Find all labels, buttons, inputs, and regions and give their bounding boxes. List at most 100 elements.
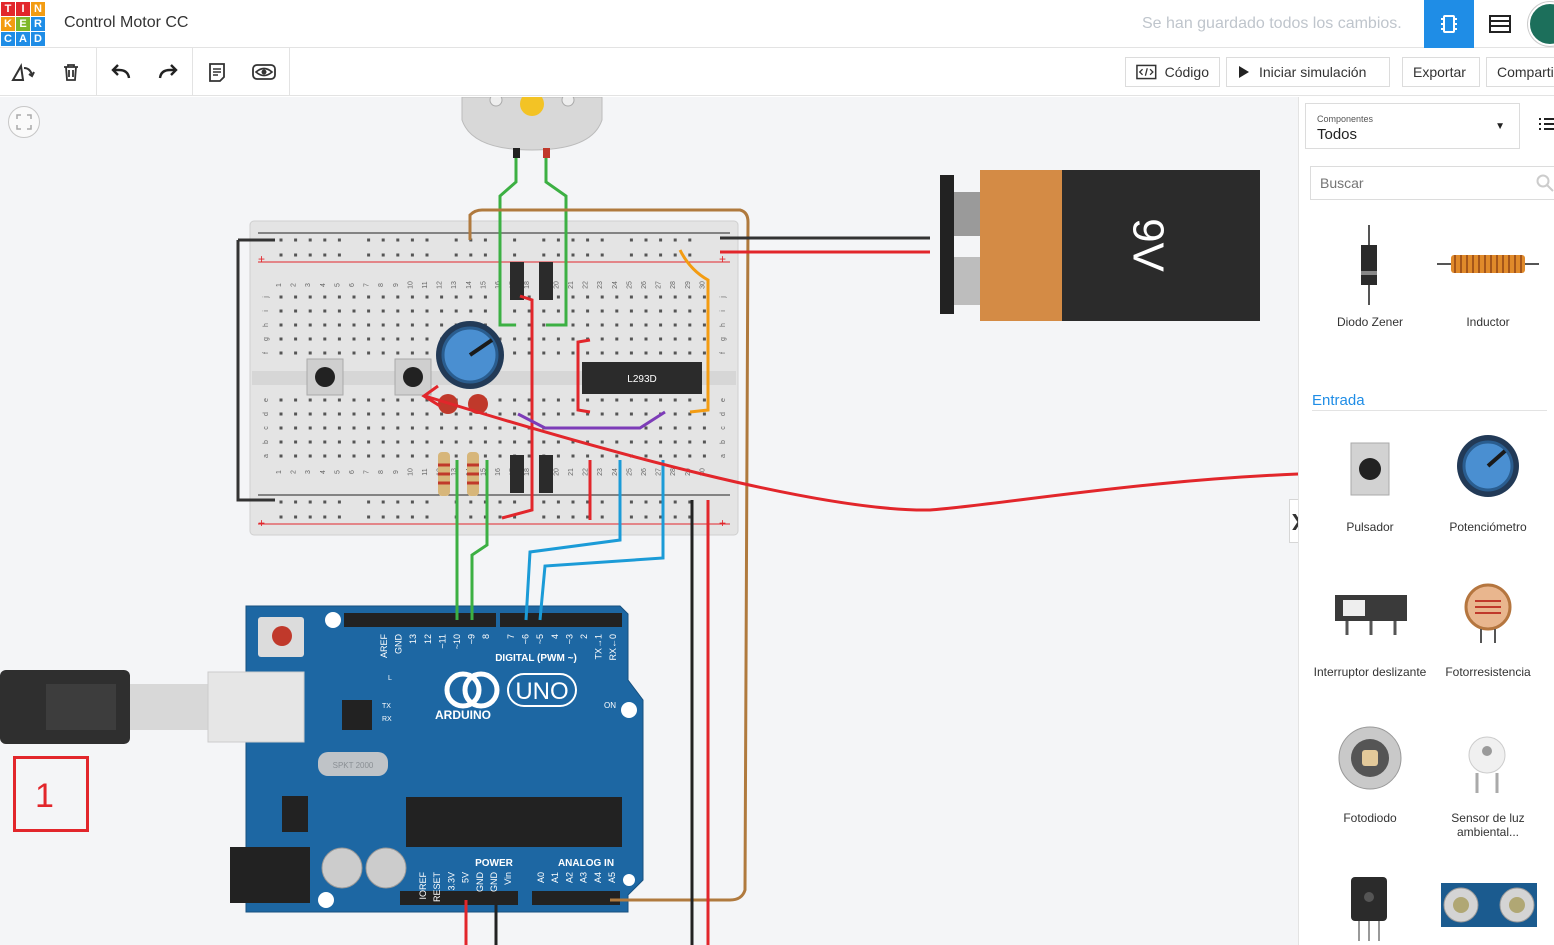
breadboard-hole [498,398,502,402]
fit-icon [16,114,32,130]
breadboard-row-label: a [263,454,270,458]
breadboard-hole [425,323,429,327]
arduino-pin-label: A5 [607,872,617,883]
circuit-canvas[interactable]: + + + + 11223344556677889910101111121213… [0,97,1298,945]
visibility-button[interactable] [241,48,287,96]
breadboard-hole [308,426,312,430]
rotate-button[interactable] [0,48,46,96]
arduino-l-label: L [388,675,392,682]
breadboard-row-label: b [263,440,270,444]
breadboard-hole [279,500,283,504]
breadboard-hole [644,351,648,355]
circuit-drawing[interactable]: + + + + 11223344556677889910101111121213… [0,97,1298,945]
breadboard-column-label: 26 [641,468,648,476]
logo-letter: E [16,17,30,31]
breadboard-hole [352,454,356,458]
breadboard-hole [294,412,298,416]
slide-switch-icon[interactable] [1333,591,1409,637]
breadboard-column-label: 2 [291,470,298,474]
code-button[interactable]: Código [1125,57,1220,87]
breadboard-hole [396,238,400,242]
components-dropdown[interactable]: Componentes Todos ▼ [1305,103,1520,149]
pushbutton-2[interactable] [394,358,432,396]
breadboard-hole [396,515,400,519]
breadboard-hole [571,337,575,341]
start-simulation-button[interactable]: Iniciar simulación [1226,57,1390,87]
breadboard-hole [367,426,371,430]
breadboard-hole [586,351,590,355]
project-title[interactable]: Control Motor CC [64,14,188,32]
dc-motor[interactable] [461,97,603,158]
notes-icon [209,63,225,82]
schematic-list-button[interactable] [1476,0,1524,48]
breadboard-hole [498,440,502,444]
breadboard-column-label: 18 [524,281,531,289]
breadboard-hole [323,515,327,519]
breadboard-column-label: 24 [612,281,619,289]
toolbar: Código Iniciar simulación Exportar Compa… [0,48,1554,96]
svg-text:+: + [258,516,265,530]
breadboard-hole [294,440,298,444]
breadboard-hole [542,253,546,257]
breadboard-hole [542,309,546,313]
potentiometer[interactable] [436,321,504,389]
pushbutton-icon[interactable] [1347,439,1393,499]
list-view-toggle-icon[interactable] [1537,115,1554,133]
arduino-power-label: POWER [475,858,514,869]
breadboard-hole [498,412,502,416]
search-input[interactable] [1310,166,1554,200]
ir-sensor-icon[interactable] [1349,875,1389,945]
share-button[interactable]: Compartir [1486,57,1554,87]
breadboard-hole [410,337,414,341]
pushbutton-1[interactable] [306,358,344,396]
breadboard-hole [629,295,633,299]
components-dropdown-value: Todos [1317,126,1358,143]
photodiode-icon[interactable] [1337,725,1403,795]
breadboard-hole [308,295,312,299]
battery-9v[interactable]: 9V [940,170,1260,321]
breadboard-hole [542,238,546,242]
breadboard-column-label: 1 [276,283,283,287]
search-icon[interactable] [1536,174,1554,192]
breadboard-hole [396,253,400,257]
breadboard-hole [410,412,414,416]
user-avatar[interactable] [1528,2,1554,46]
potentiometer-icon[interactable] [1455,433,1521,499]
ultrasonic-sensor-icon[interactable] [1439,881,1539,945]
arduino-pin-label: IOREF [418,872,428,900]
logo-letter: I [16,2,30,16]
arduino-uno[interactable]: SPKT 2000 UNO ARDUINO DIGITAL (PWM ~) PO… [230,605,644,913]
breadboard-hole [673,398,677,402]
breadboard-hole [367,454,371,458]
component-label: Fotorresistencia [1445,665,1531,679]
zener-diode-icon[interactable] [1357,225,1381,305]
breadboard-hole [323,398,327,402]
redo-button[interactable] [145,48,191,96]
breadboard-hole [644,454,648,458]
arduino-digital-label: DIGITAL (PWM ~) [495,653,577,664]
tinkercad-logo[interactable]: T I N K E R C A D [0,1,46,47]
breadboard-column-label: 25 [626,468,633,476]
circuit-view-button[interactable] [1424,0,1474,48]
inductor-icon[interactable] [1437,252,1539,276]
breadboard-hole [323,253,327,257]
export-button[interactable]: Exportar [1402,57,1480,87]
breadboard-hole [513,500,517,504]
breadboard-hole [396,295,400,299]
breadboard-column-label: 29 [685,281,692,289]
breadboard-hole [659,323,663,327]
breadboard-hole [513,337,517,341]
l293d-chip[interactable]: L293D [582,362,702,394]
breadboard-column-label: 9 [393,470,400,474]
breadboard-column-label: 10 [407,281,414,289]
breadboard-hole [323,440,327,444]
notes-button[interactable] [194,48,240,96]
delete-button[interactable] [48,48,94,96]
undo-button[interactable] [98,48,144,96]
photoresistor-icon[interactable] [1461,583,1515,643]
code-button-label: Código [1164,64,1209,80]
breadboard-row-label: f [263,352,270,354]
collapse-panel-chevron-icon[interactable]: ❯ [1289,499,1298,543]
ambient-light-sensor-icon[interactable] [1463,735,1511,793]
fit-view-button[interactable] [8,106,40,138]
